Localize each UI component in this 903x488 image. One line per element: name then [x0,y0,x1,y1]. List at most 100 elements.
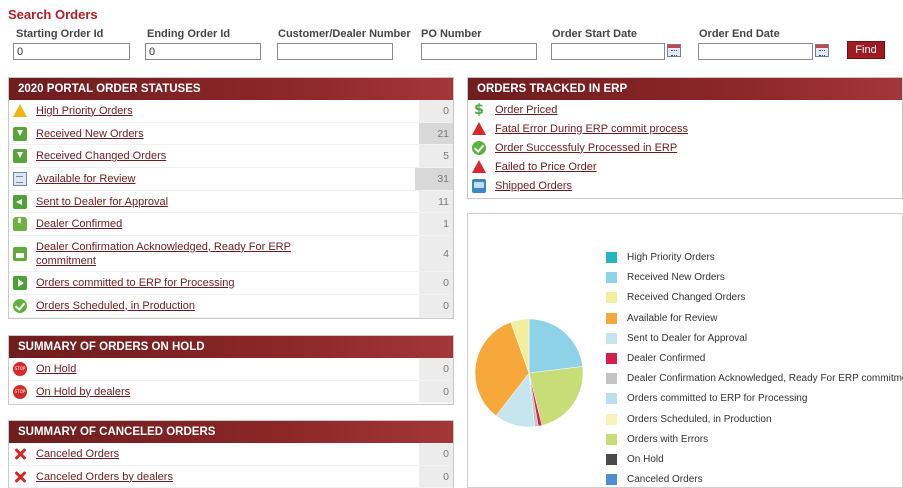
stop-icon [13,384,27,399]
legend-swatch [606,433,617,445]
status-row-available-review[interactable]: Available for Review 31 [9,168,453,191]
erp-tracked-header: ORDERS TRACKED IN ERP [468,78,902,100]
status-row-received-new[interactable]: Received New Orders 21 [9,122,453,146]
status-link[interactable]: Dealer Confirmed [36,217,453,231]
hold-count: 0 [419,380,453,403]
status-count: 0 [419,100,453,122]
erp-link[interactable]: Fatal Error During ERP commit process [495,122,902,136]
legend-label: High Priority Orders [627,252,715,263]
hold-link[interactable]: On Hold by dealers [36,385,453,399]
status-count: 21 [419,122,453,145]
hold-count: 0 [419,358,453,380]
status-chart: High Priority Orders Received New Orders R… [467,213,903,488]
legend-item: Dealer Confirmed [606,353,705,364]
status-row-high-priority[interactable]: High Priority Orders 0 [9,100,453,123]
po-number-label: PO Number [421,28,482,40]
arrow-right-icon [13,275,27,290]
erp-row-shipped[interactable]: Shipped Orders [468,176,902,195]
check-circle-icon [472,140,486,155]
status-row-sent-dealer[interactable]: Sent to Dealer for Approval 11 [9,190,453,214]
erp-row-successfully-processed[interactable]: Order Successfuly Processed in ERP [468,138,902,157]
truck-icon [472,178,486,193]
legend-item: Sent to Dealer for Approval [606,332,748,344]
legend-label: Received Changed Orders [627,292,746,304]
status-link[interactable]: Received Changed Orders [36,149,453,163]
portal-statuses-header: 2020 PORTAL ORDER STATUSES [9,78,453,100]
status-row-dealer-confirmed[interactable]: Dealer Confirmed 1 [9,213,453,237]
canceled-link[interactable]: Canceled Orders [36,447,453,461]
legend-label: Orders with Errors [627,433,709,445]
erp-link[interactable]: Shipped Orders [495,179,902,193]
find-button[interactable]: Find [847,41,885,59]
canceled-orders-panel: SUMMARY OF CANCELED ORDERS Canceled Orde… [8,420,454,488]
hold-row-on-hold[interactable]: On Hold 0 [9,358,453,381]
status-link[interactable]: Dealer Confirmation Acknowledged, Ready … [36,240,301,268]
legend-swatch [606,373,617,385]
status-link[interactable]: Available for Review [36,172,453,186]
legend-item: Received Changed Orders [606,292,746,304]
calendar-icon[interactable] [667,44,681,57]
status-count: 5 [419,145,453,168]
error-triangle-icon [472,122,486,135]
canceled-count: 0 [419,465,453,488]
canceled-orders-header: SUMMARY OF CANCELED ORDERS [9,421,453,443]
status-link[interactable]: Orders Scheduled, in Production [36,299,453,313]
hold-link[interactable]: On Hold [36,362,453,376]
starting-order-id-label: Starting Order Id [16,28,104,40]
erp-link[interactable]: Failed to Price Order [495,160,902,174]
pie-chart [474,318,584,428]
search-title: Search Orders [8,7,98,22]
status-row-committed-erp[interactable]: Orders committed to ERP for Processing 0 [9,272,453,295]
download-icon [13,126,27,141]
starting-order-id-input[interactable] [13,43,130,60]
ending-order-id-input[interactable] [145,43,261,60]
legend-swatch [606,413,617,425]
canceled-row-canceled-dealers[interactable]: Canceled Orders by dealers 0 [9,465,453,488]
download-icon [13,149,27,164]
legend-swatch [606,454,617,465]
status-row-confirmation-acknowledged[interactable]: Dealer Confirmation Acknowledged, Ready … [9,236,453,273]
legend-swatch [606,292,617,304]
canceled-link[interactable]: Canceled Orders by dealers [36,470,453,484]
status-count: 4 [419,236,453,272]
customer-dealer-number-input[interactable] [277,43,393,60]
legend-label: Orders Scheduled, in Production [627,413,772,425]
status-count: 31 [415,168,453,190]
legend-swatch [606,332,617,344]
status-link[interactable]: Received New Orders [36,127,453,141]
status-link[interactable]: High Priority Orders [36,104,453,118]
legend-swatch [606,252,617,263]
erp-row-order-priced[interactable]: $ Order Priced [468,100,902,119]
legend-item: Available for Review [606,312,717,324]
status-count: 0 [419,272,453,294]
status-link[interactable]: Orders committed to ERP for Processing [36,276,453,290]
legend-swatch [606,272,617,284]
erp-icon [13,246,27,261]
erp-row-failed-price[interactable]: Failed to Price Order [468,157,902,176]
order-end-date-input[interactable] [698,43,813,60]
hold-row-on-hold-dealers[interactable]: On Hold by dealers 0 [9,380,453,404]
legend-label: Sent to Dealer for Approval [627,332,748,344]
order-start-date-input[interactable] [551,43,665,60]
calendar-icon[interactable] [815,44,829,57]
legend-item: Orders with Errors [606,433,709,445]
legend-item: On Hold [606,454,664,465]
canceled-row-canceled[interactable]: Canceled Orders 0 [9,443,453,466]
legend-item: Canceled Orders [606,474,703,486]
erp-link[interactable]: Order Priced [495,103,902,117]
error-triangle-icon [472,160,486,173]
status-count: 11 [419,190,453,213]
red-x-icon [13,470,27,484]
status-row-received-changed[interactable]: Received Changed Orders 5 [9,145,453,169]
status-link[interactable]: Sent to Dealer for Approval [36,195,453,209]
dollar-icon: $ [474,101,484,118]
legend-label: Received New Orders [627,272,725,284]
status-count: 1 [419,213,453,236]
po-number-input[interactable] [421,43,537,60]
erp-row-fatal-error[interactable]: Fatal Error During ERP commit process [468,119,902,138]
erp-link[interactable]: Order Successfuly Processed in ERP [495,141,902,155]
legend-label: Canceled Orders [627,474,703,486]
pie-slice-0 [528,318,583,374]
thumbs-up-icon [13,217,27,232]
status-row-scheduled-production[interactable]: Orders Scheduled, in Production 0 [9,294,453,318]
